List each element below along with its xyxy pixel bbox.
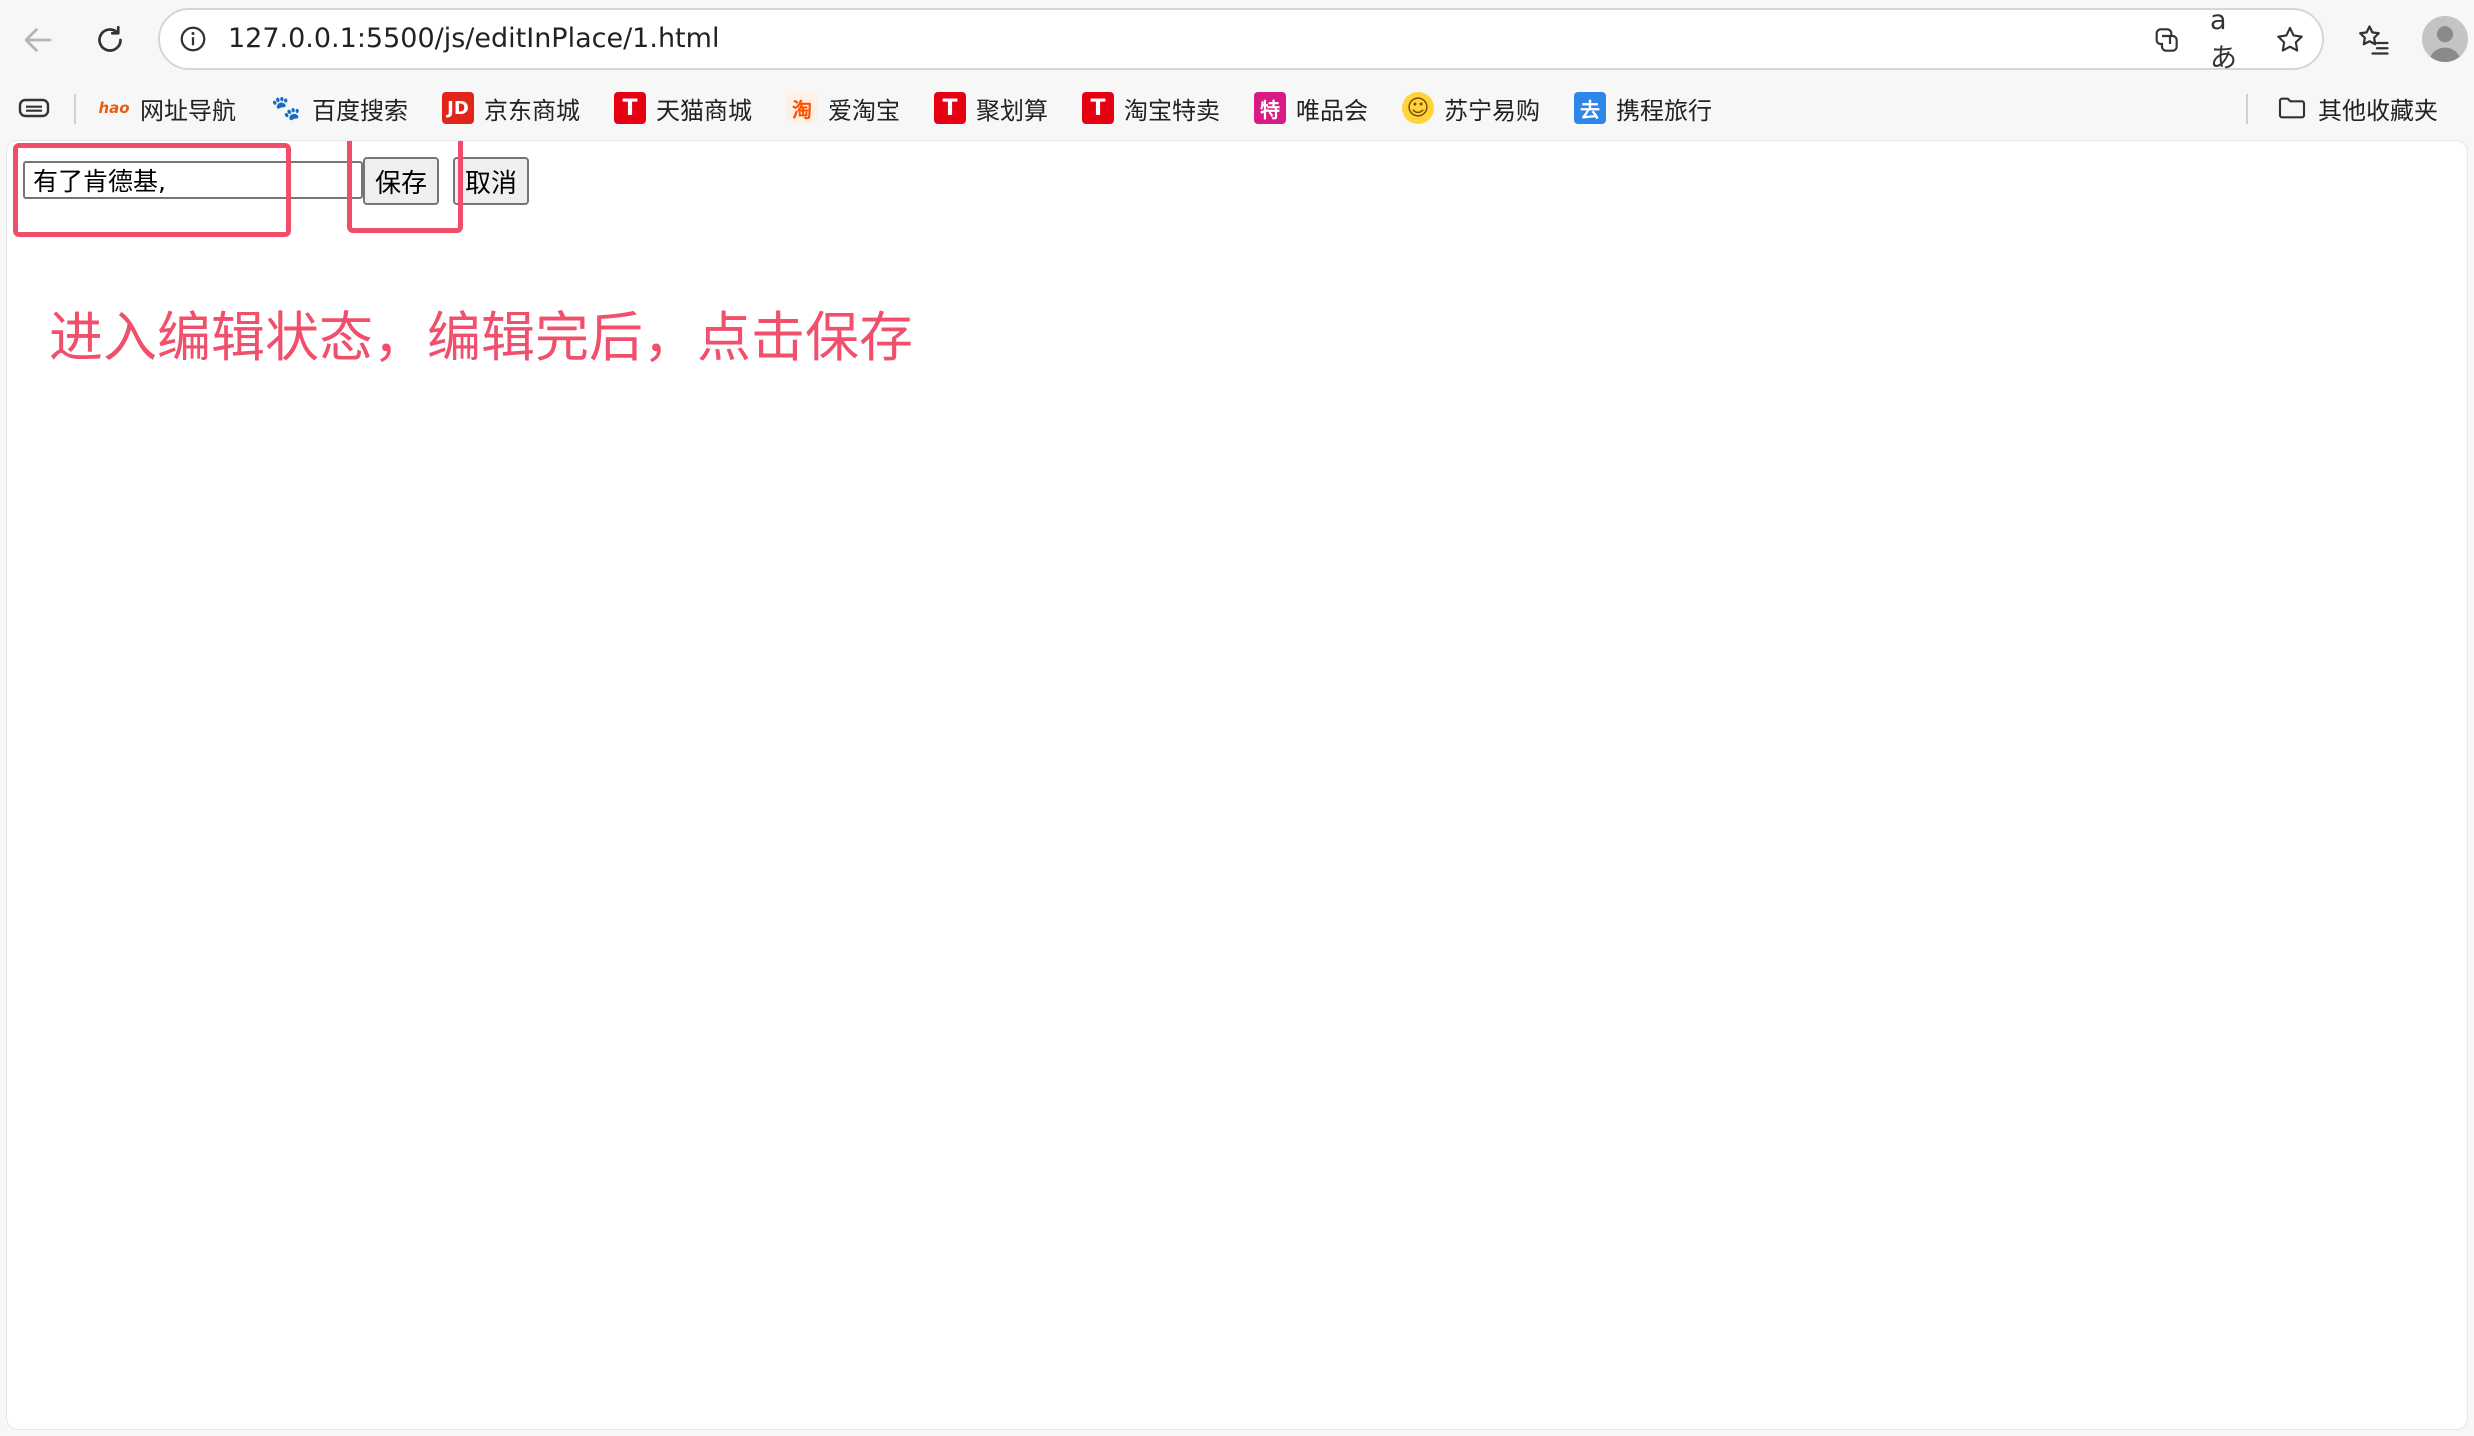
site-info-icon[interactable] — [176, 22, 210, 56]
bookmark-label: 京东商城 — [484, 96, 580, 125]
star-icon — [2277, 26, 2303, 52]
bookmark-label: 聚划算 — [976, 96, 1048, 125]
taobao-icon: 淘 — [786, 92, 818, 124]
bookmark-label: 携程旅行 — [1616, 96, 1712, 125]
vip-icon: 特 — [1254, 92, 1286, 124]
bookmarks-divider — [2246, 94, 2248, 124]
bookmark-label: 天猫商城 — [656, 96, 752, 125]
arrow-left-icon — [24, 28, 52, 52]
back-button[interactable] — [10, 12, 66, 68]
collections-icon — [18, 98, 50, 118]
translate-button[interactable]: aあ — [2210, 5, 2250, 74]
bookmark-label: 苏宁易购 — [1444, 96, 1540, 125]
baidu-paw-icon: 🐾 — [271, 94, 301, 122]
bookmark-label: 爱淘宝 — [828, 96, 900, 125]
save-button[interactable]: 保存 — [363, 157, 440, 205]
user-icon — [2422, 16, 2468, 62]
favorite-star-button[interactable] — [2270, 20, 2310, 60]
bookmark-suning[interactable]: ☺ 苏宁易购 — [1402, 88, 1540, 128]
suning-icon: ☺ — [1402, 92, 1434, 124]
address-bar[interactable]: 127.0.0.1:5500/js/editInPlace/1.html aあ — [158, 5, 2324, 74]
url-text[interactable]: 127.0.0.1:5500/js/editInPlace/1.html — [228, 10, 719, 68]
other-favorites-label: 其他收藏夹 — [2318, 96, 2438, 125]
tmall-icon: T — [614, 92, 646, 124]
profile-avatar[interactable] — [2422, 16, 2468, 62]
favorites-button[interactable] — [2348, 14, 2400, 66]
juhuasuan-icon: T — [934, 92, 966, 124]
page-viewport: 保存 取消 进入编辑状态，编辑完后，点击保存 — [6, 140, 2468, 1430]
collections-button[interactable] — [16, 92, 52, 124]
bookmark-label: 网址导航 — [140, 96, 236, 125]
reload-button[interactable] — [82, 12, 138, 68]
bookmark-juhuasuan[interactable]: T 聚划算 — [934, 88, 1048, 128]
bookmark-tmall[interactable]: T 天猫商城 — [614, 88, 752, 128]
reload-icon — [98, 25, 122, 52]
hao123-icon: hao — [98, 99, 130, 117]
bookmark-baidu[interactable]: 🐾 百度搜索 — [270, 88, 408, 128]
copilot-icon — [2155, 28, 2178, 52]
bookmark-ctrip[interactable]: 去 携程旅行 — [1574, 88, 1712, 128]
copilot-button[interactable] — [2146, 20, 2186, 60]
taobao-temai-icon: T — [1082, 92, 1114, 124]
jd-icon: JD — [442, 92, 474, 124]
favorites-list-icon — [2359, 25, 2389, 55]
other-favorites-folder[interactable]: 其他收藏夹 — [2276, 88, 2438, 128]
bookmark-hao123[interactable]: hao 网址导航 — [98, 88, 236, 128]
folder-icon — [2278, 97, 2306, 119]
bookmark-label: 唯品会 — [1296, 96, 1368, 125]
bookmark-jd[interactable]: JD 京东商城 — [442, 88, 580, 128]
bookmark-vip[interactable]: 特 唯品会 — [1254, 88, 1368, 128]
bookmarks-divider — [74, 94, 76, 124]
bookmarks-bar: hao 网址导航 🐾 百度搜索 JD 京东商城 T 天猫商城 淘 爱淘宝 T 聚… — [0, 80, 2474, 136]
bookmark-label: 百度搜索 — [312, 96, 408, 125]
edit-in-place-input[interactable] — [23, 161, 363, 199]
translate-icon: aあ — [2210, 5, 2237, 74]
cancel-button[interactable]: 取消 — [453, 157, 530, 205]
ctrip-icon: 去 — [1574, 92, 1606, 124]
bookmark-aitaobao[interactable]: 淘 爱淘宝 — [786, 88, 900, 128]
instruction-annotation: 进入编辑状态，编辑完后，点击保存 — [49, 306, 913, 369]
bookmark-taobao-temai[interactable]: T 淘宝特卖 — [1082, 88, 1220, 128]
bookmark-label: 淘宝特卖 — [1124, 96, 1220, 125]
browser-toolbar: 127.0.0.1:5500/js/editInPlace/1.html aあ — [0, 0, 2474, 80]
